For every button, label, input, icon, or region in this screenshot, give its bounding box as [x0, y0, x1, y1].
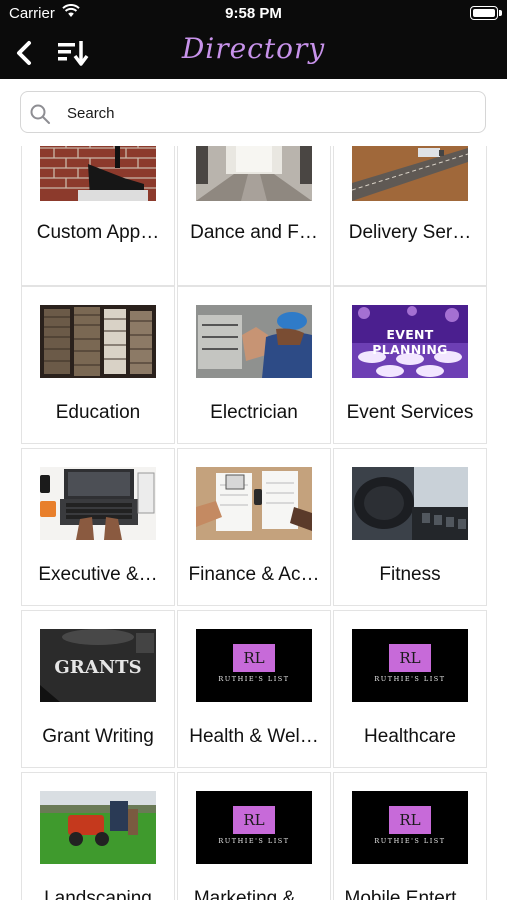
status-bar: Carrier 9:58 PM	[0, 0, 507, 28]
logo-name: RUTHIE'S LIST	[374, 837, 446, 845]
directory-tile[interactable]: RL RUTHIE'S LIST Marketing &…	[177, 772, 331, 900]
directory-tile[interactable]: Finance & Ac…	[177, 448, 331, 606]
tile-label: Dance and F…	[190, 222, 318, 243]
tile-label: Education	[55, 402, 141, 423]
logo-initials: RL	[233, 644, 275, 672]
image-caption: EVENT PLANNING	[372, 327, 448, 357]
image-caption: GRANTS	[54, 657, 142, 678]
finance-desk-photo	[196, 467, 312, 540]
gym-photo	[352, 467, 468, 540]
directory-tile[interactable]: Dance and F…	[177, 146, 331, 286]
directory-tile[interactable]: RL RUTHIE'S LIST Mobile Entert…	[333, 772, 487, 900]
dance-studio-photo	[196, 146, 312, 201]
logo-initials: RL	[389, 806, 431, 834]
tile-label: Fitness	[379, 564, 441, 585]
tile-label: Marketing &…	[193, 888, 315, 900]
ruthies-list-logo: RL RUTHIE'S LIST	[196, 791, 312, 864]
ruthies-list-logo: RL RUTHIE'S LIST	[352, 791, 468, 864]
custom-apparel-photo	[40, 146, 156, 201]
directory-tile[interactable]: Custom App…	[21, 146, 175, 286]
delivery-truck-photo	[352, 146, 468, 201]
lawn-mower-photo	[40, 791, 156, 864]
directory-tile[interactable]: GRANTS Grant Writing	[21, 610, 175, 768]
clock: 9:58 PM	[225, 5, 282, 22]
tile-label: Grant Writing	[42, 726, 154, 747]
logo-initials: RL	[389, 644, 431, 672]
directory-tile[interactable]: Landscaping	[21, 772, 175, 900]
directory-tile[interactable]: RL RUTHIE'S LIST Health & Wel…	[177, 610, 331, 768]
tile-label: Healthcare	[364, 726, 456, 747]
search-icon	[29, 103, 51, 130]
directory-tile[interactable]: Education	[21, 286, 175, 444]
directory-tile[interactable]: Delivery Ser…	[333, 146, 487, 286]
directory-tile[interactable]: Fitness	[333, 448, 487, 606]
tile-label: Event Services	[346, 402, 474, 423]
logo-name: RUTHIE'S LIST	[218, 675, 290, 683]
ruthies-list-logo: RL RUTHIE'S LIST	[352, 629, 468, 702]
search-input[interactable]	[65, 101, 469, 125]
navigation-bar: Carrier 9:58 PM Directory	[0, 0, 507, 79]
search-bar[interactable]	[20, 91, 486, 133]
laptop-desk-photo	[40, 467, 156, 540]
ruthies-list-logo: RL RUTHIE'S LIST	[196, 629, 312, 702]
tile-label: Executive &…	[38, 564, 158, 585]
tile-label: Delivery Ser…	[348, 222, 472, 243]
logo-name: RUTHIE'S LIST	[374, 675, 446, 683]
tile-label: Health & Wel…	[189, 726, 319, 747]
tile-label: Finance & Ac…	[188, 564, 320, 585]
books-photo	[40, 305, 156, 378]
tile-label: Mobile Entert…	[344, 888, 476, 900]
tile-label: Custom App…	[36, 222, 160, 243]
directory-tile[interactable]: EVENT PLANNING Event Services	[333, 286, 487, 444]
directory-tile[interactable]: RL RUTHIE'S LIST Healthcare	[333, 610, 487, 768]
logo-name: RUTHIE'S LIST	[218, 837, 290, 845]
page-title: Directory	[181, 32, 326, 65]
directory-tile[interactable]: Executive &…	[21, 448, 175, 606]
electrician-photo	[196, 305, 312, 378]
battery-icon	[470, 6, 502, 20]
directory-tile[interactable]: Electrician	[177, 286, 331, 444]
event-planning-photo: EVENT PLANNING	[352, 305, 468, 378]
directory-grid[interactable]: Custom App… Dance and F… Delivery Ser… E…	[21, 146, 487, 900]
logo-initials: RL	[233, 806, 275, 834]
tile-label: Electrician	[210, 402, 298, 423]
tile-label: Landscaping	[44, 888, 152, 900]
grants-photo: GRANTS	[40, 629, 156, 702]
